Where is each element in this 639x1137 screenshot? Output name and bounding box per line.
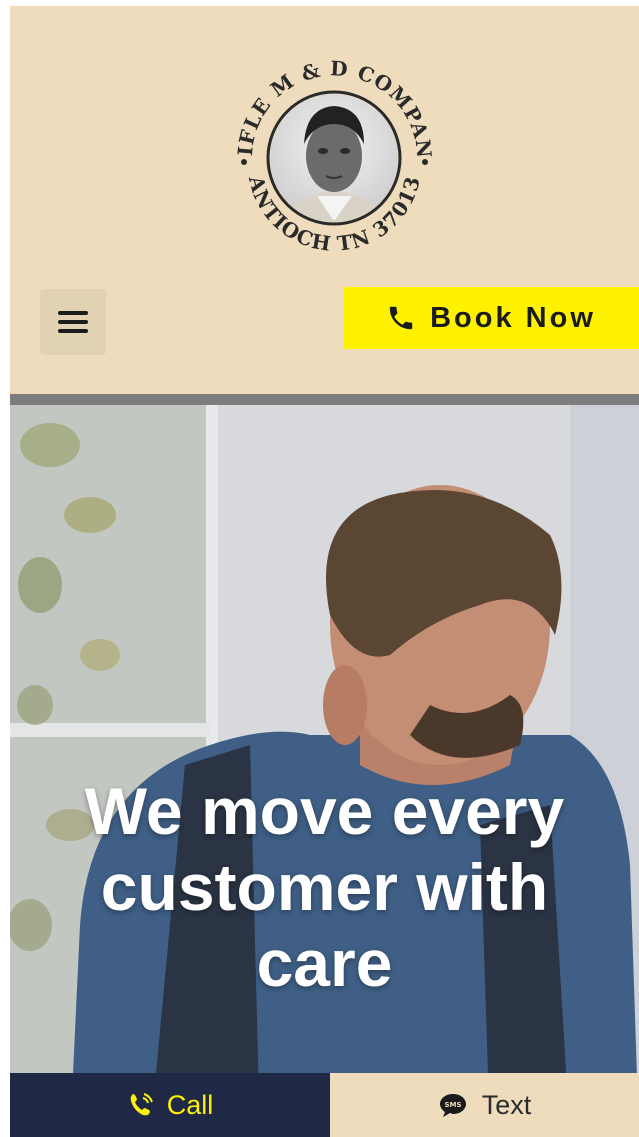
sms-chat-icon: SMS <box>439 1094 466 1117</box>
phone-icon <box>389 306 413 330</box>
menu-button[interactable] <box>40 289 106 355</box>
header-divider <box>10 394 639 405</box>
page: KIFLE M & D COMPANY ANTIOCH TN 37013 Boo… <box>10 6 639 1137</box>
call-label: Call <box>166 1089 214 1120</box>
book-now-label: Book Now <box>430 301 596 334</box>
bottom-action-bar: Call SMS Text <box>10 1073 639 1137</box>
text-button[interactable]: SMS Text <box>330 1073 639 1137</box>
book-now-button[interactable]: Book Now <box>343 287 639 349</box>
hero-title: We move every customer with care <box>84 774 565 1000</box>
svg-text:SMS: SMS <box>444 1101 461 1109</box>
text-label: Text <box>481 1089 532 1120</box>
hero-section: We move every customer with care <box>10 405 639 1137</box>
hamburger-menu-icon <box>58 311 88 333</box>
hero-background-image <box>10 405 639 1137</box>
company-logo[interactable]: KIFLE M & D COMPANY ANTIOCH TN 37013 <box>222 46 447 271</box>
site-header: KIFLE M & D COMPANY ANTIOCH TN 37013 Boo… <box>10 6 639 394</box>
phone-ringing-icon <box>130 1093 153 1116</box>
call-button[interactable]: Call <box>10 1073 330 1137</box>
